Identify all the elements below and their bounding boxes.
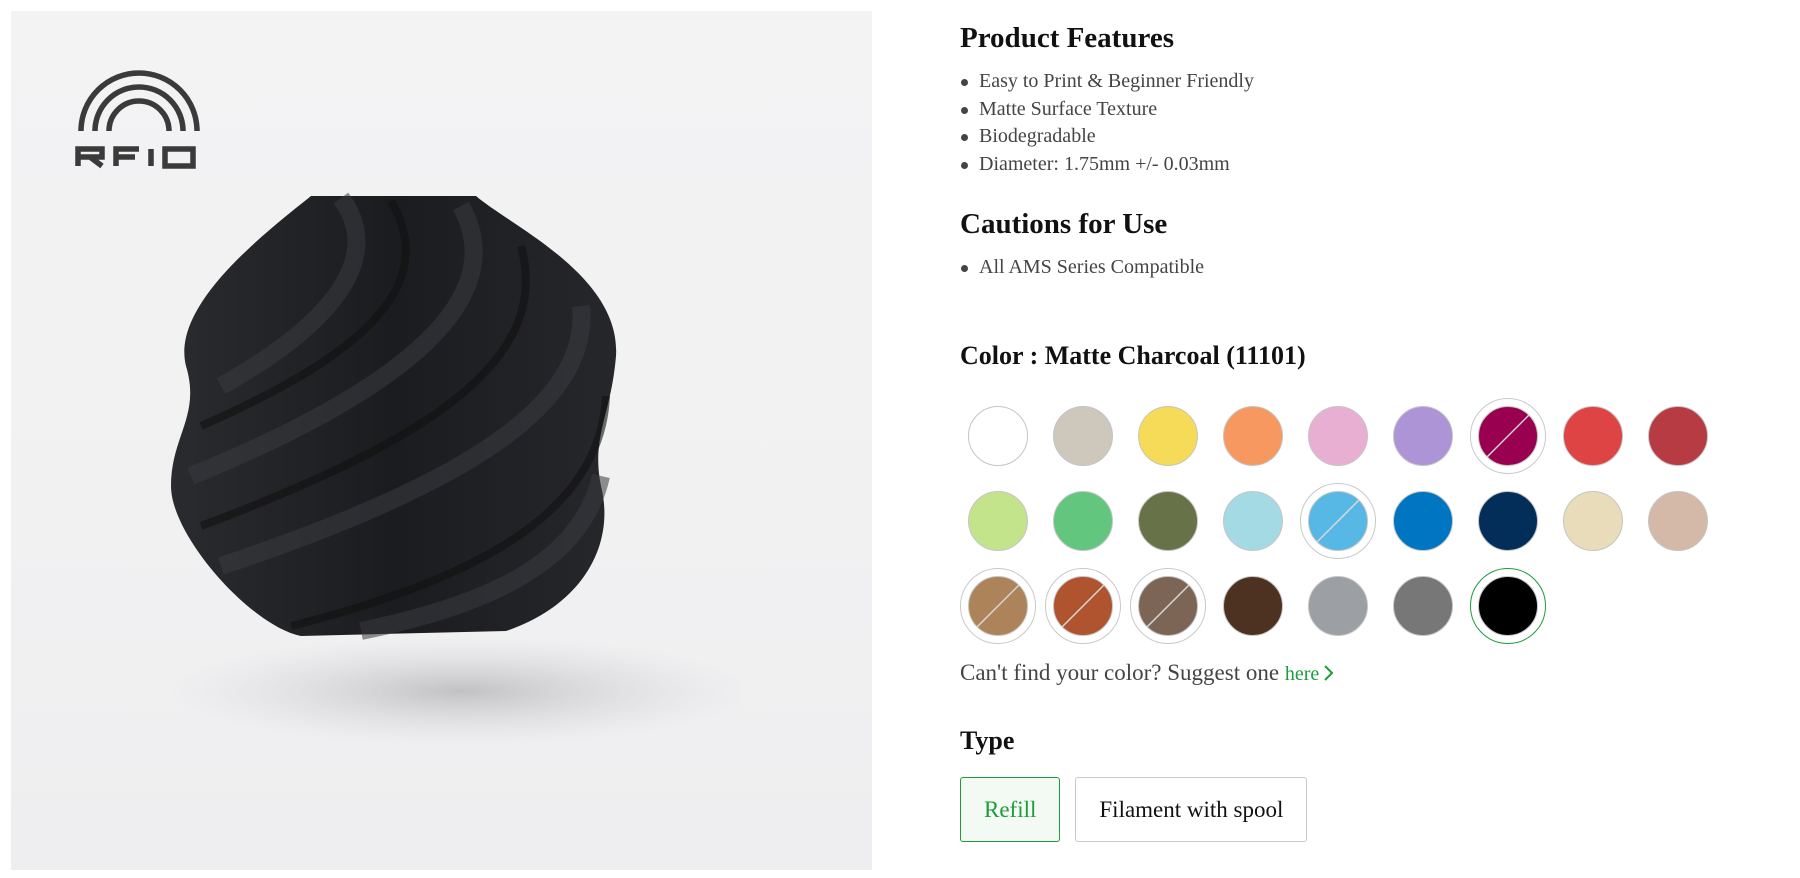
- type-options: Refill Filament with spool: [960, 777, 1308, 842]
- swatch-color-dot: [1223, 491, 1283, 551]
- features-list: Easy to Print & Beginner Friendly Matte …: [960, 68, 1254, 178]
- color-swatch[interactable]: [960, 483, 1036, 559]
- color-swatch[interactable]: [1130, 568, 1206, 644]
- swatch-color-dot: [1053, 491, 1113, 551]
- swatch-color-dot: [1308, 576, 1368, 636]
- product-details: Product Features Easy to Print & Beginne…: [960, 0, 1780, 878]
- type-title: Type: [960, 726, 1015, 755]
- suggest-text: Can't find your color? Suggest one: [960, 660, 1285, 685]
- list-item: Easy to Print & Beginner Friendly: [960, 68, 1254, 96]
- swatch-color-dot: [1563, 406, 1623, 466]
- swatch-color-dot: [1138, 576, 1198, 636]
- color-title: Color : Matte Charcoal (11101): [960, 341, 1306, 370]
- swatch-color-dot: [1138, 406, 1198, 466]
- product-image-gallery[interactable]: [11, 11, 872, 870]
- color-swatch[interactable]: [1470, 568, 1546, 644]
- color-swatch[interactable]: [1045, 398, 1121, 474]
- swatch-color-dot: [1648, 406, 1708, 466]
- swatch-color-dot: [968, 406, 1028, 466]
- suggest-link-label: here: [1284, 663, 1320, 685]
- rfid-logo-icon: [75, 70, 200, 169]
- features-title: Product Features: [960, 22, 1174, 54]
- swatch-color-dot: [1393, 406, 1453, 466]
- color-swatch[interactable]: [1215, 483, 1291, 559]
- color-swatch[interactable]: [1045, 568, 1121, 644]
- color-swatch[interactable]: [1300, 568, 1376, 644]
- list-item: Biodegradable: [960, 123, 1254, 151]
- color-swatch[interactable]: [1300, 483, 1376, 559]
- color-swatch[interactable]: [1300, 398, 1376, 474]
- color-swatch[interactable]: [1215, 568, 1291, 644]
- color-swatch[interactable]: [1385, 398, 1461, 474]
- swatch-color-dot: [1478, 576, 1538, 636]
- color-swatch[interactable]: [1555, 398, 1631, 474]
- list-item: Diameter: 1.75mm +/- 0.03mm: [960, 151, 1254, 179]
- color-swatch[interactable]: [1640, 398, 1716, 474]
- type-option-filament-with-spool[interactable]: Filament with spool: [1075, 777, 1308, 842]
- list-item: All AMS Series Compatible: [960, 254, 1204, 282]
- swatch-color-dot: [1223, 406, 1283, 466]
- swatch-color-dot: [1138, 491, 1198, 551]
- swatch-color-dot: [968, 576, 1028, 636]
- product-photo: [171, 192, 741, 746]
- swatch-color-dot: [1563, 491, 1623, 551]
- swatch-color-dot: [1478, 491, 1538, 551]
- color-swatch[interactable]: [960, 398, 1036, 474]
- suggest-here-link[interactable]: here: [1285, 663, 1335, 685]
- swatch-color-dot: [1053, 576, 1113, 636]
- swatch-color-dot: [1308, 406, 1368, 466]
- color-swatch[interactable]: [1385, 483, 1461, 559]
- color-swatch[interactable]: [1130, 483, 1206, 559]
- chevron-right-icon: [1324, 665, 1334, 681]
- product-page: Product Features Easy to Print & Beginne…: [0, 0, 1800, 878]
- swatch-color-dot: [1308, 491, 1368, 551]
- color-swatch[interactable]: [1215, 398, 1291, 474]
- color-swatch[interactable]: [1045, 483, 1121, 559]
- swatch-color-dot: [1478, 406, 1538, 466]
- type-option-refill[interactable]: Refill: [960, 777, 1061, 842]
- color-swatch[interactable]: [1385, 568, 1461, 644]
- suggest-color: Can't find your color? Suggest one here: [960, 660, 1335, 686]
- cautions-list: All AMS Series Compatible: [960, 254, 1204, 282]
- color-swatch[interactable]: [1470, 398, 1546, 474]
- color-swatch[interactable]: [960, 568, 1036, 644]
- color-swatch[interactable]: [1640, 483, 1716, 559]
- swatch-color-dot: [1223, 576, 1283, 636]
- color-swatch[interactable]: [1130, 398, 1206, 474]
- color-swatch[interactable]: [1555, 483, 1631, 559]
- cautions-title: Cautions for Use: [960, 208, 1168, 240]
- swatch-color-dot: [968, 491, 1028, 551]
- swatch-color-dot: [1053, 406, 1113, 466]
- swatch-color-dot: [1393, 491, 1453, 551]
- swatch-color-dot: [1648, 491, 1708, 551]
- list-item: Matte Surface Texture: [960, 96, 1254, 124]
- swatch-color-dot: [1393, 576, 1453, 636]
- color-swatch[interactable]: [1470, 483, 1546, 559]
